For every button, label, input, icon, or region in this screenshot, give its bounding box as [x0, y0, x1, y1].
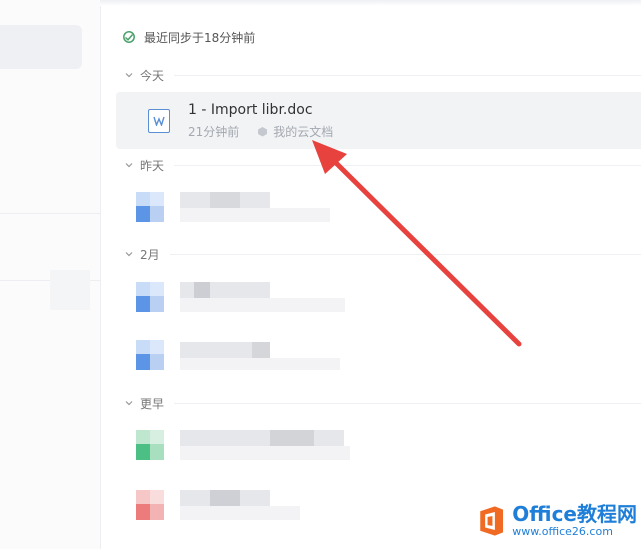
annotation-arrow — [312, 140, 522, 347]
watermark-text: Office教程网 www.office26.com — [512, 503, 637, 539]
watermark-logo: Office教程网 www.office26.com — [477, 497, 637, 545]
watermark-url: www.office26.com — [512, 525, 613, 538]
watermark-brand: Office教程网 — [512, 502, 637, 526]
office-logo-icon — [480, 506, 504, 536]
